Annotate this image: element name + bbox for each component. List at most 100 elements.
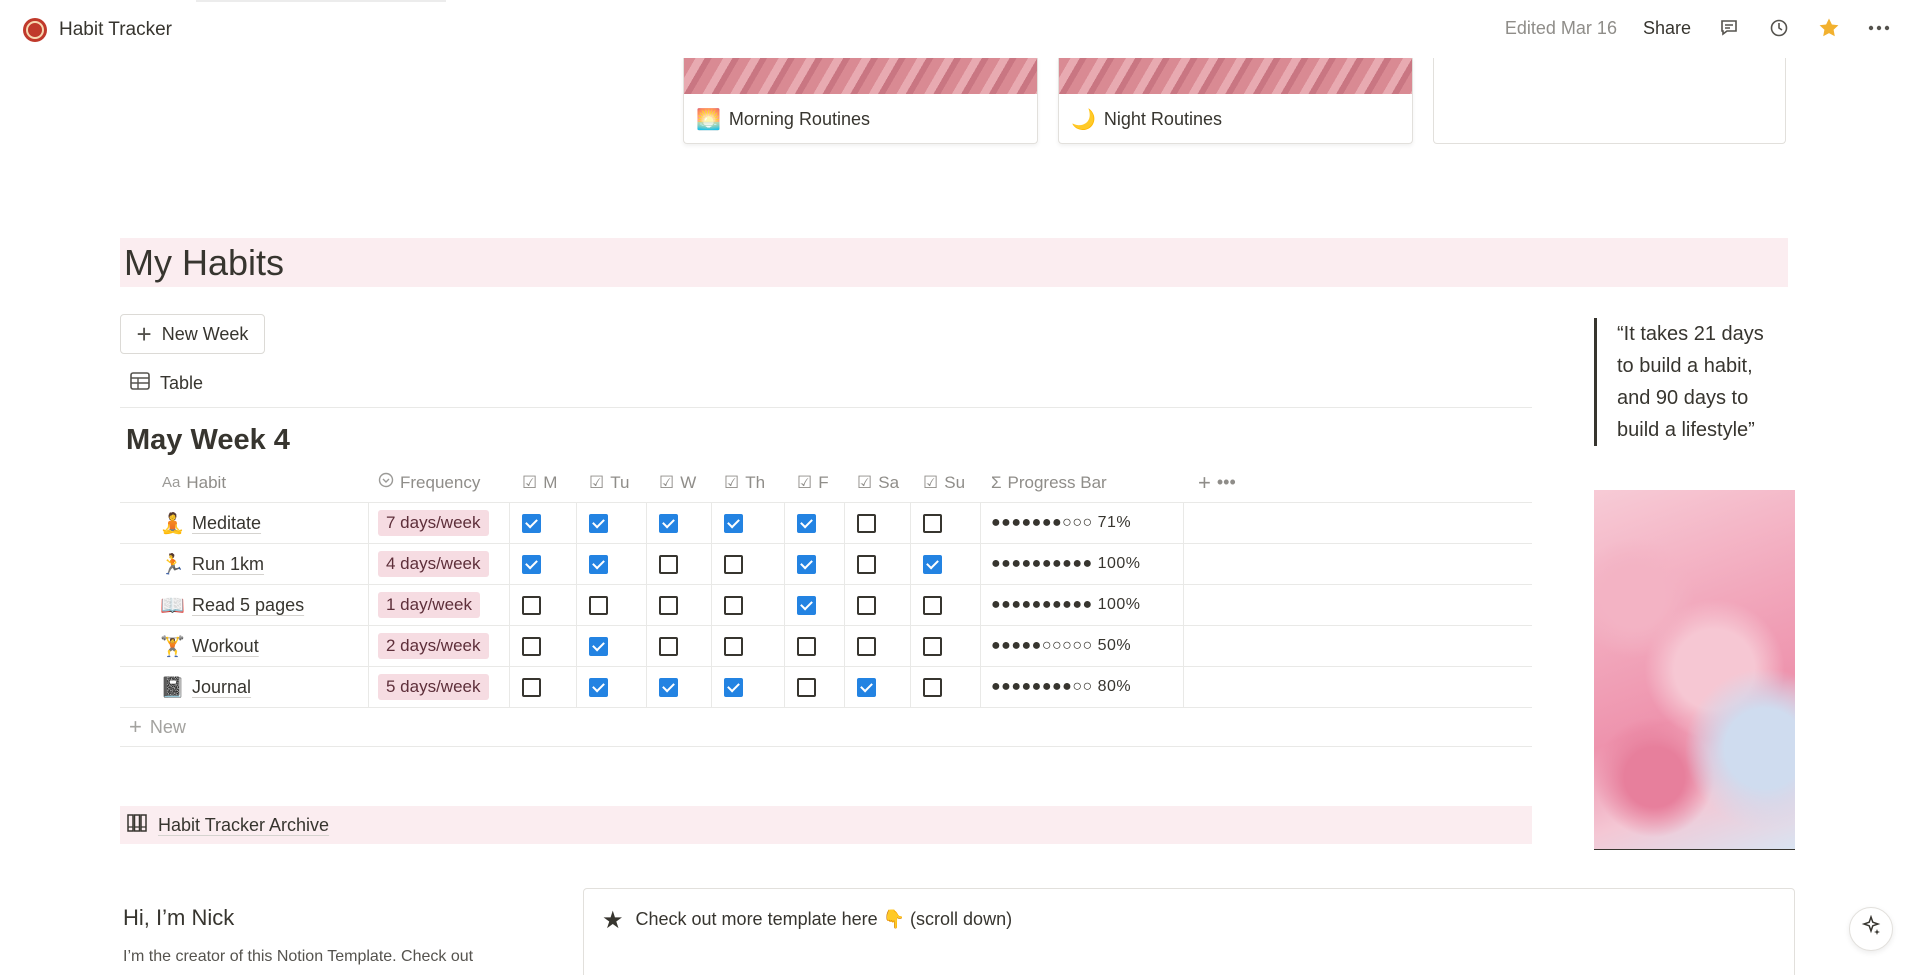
column-header-w[interactable]: ☑ W (647, 463, 712, 502)
day-cell-tu (577, 544, 647, 584)
day-cell-w (647, 667, 712, 707)
day-cell-m (510, 626, 577, 666)
column-header-progress[interactable]: Σ Progress Bar (981, 463, 1184, 502)
checkbox-th[interactable] (724, 636, 743, 656)
comments-icon[interactable] (1717, 16, 1741, 40)
add-property-icon[interactable]: + (1198, 470, 1211, 496)
checkbox-th[interactable] (724, 595, 743, 615)
edited-status[interactable]: Edited Mar 16 (1505, 18, 1617, 39)
progress-cell: ●●●●●●●●○○ 80% (981, 667, 1184, 707)
checkbox-w[interactable] (659, 513, 678, 533)
sunrise-icon: 🌅 (696, 109, 721, 131)
column-header-label: F (818, 472, 829, 492)
checkbox-tu[interactable] (589, 636, 608, 656)
checkbox-f[interactable] (797, 595, 816, 615)
more-options-icon[interactable] (1867, 16, 1891, 40)
habit-name[interactable]: Workout (192, 636, 259, 657)
day-cell-m (510, 667, 577, 707)
page-breadcrumb[interactable]: Habit Tracker (23, 18, 172, 42)
divider (120, 407, 1532, 408)
frequency-cell[interactable]: 1 day/week (369, 585, 510, 625)
frequency-cell[interactable]: 2 days/week (369, 626, 510, 666)
checkbox-tu[interactable] (589, 595, 608, 615)
gallery-card-empty[interactable] (1433, 58, 1786, 144)
about-text[interactable]: I’m the creator of this Notion Template.… (123, 944, 543, 970)
checkbox-m[interactable] (522, 554, 541, 574)
habit-name[interactable]: Run 1km (192, 554, 264, 575)
new-week-button[interactable]: + New Week (120, 314, 265, 354)
frequency-cell[interactable]: 7 days/week (369, 503, 510, 543)
favorite-star-icon[interactable] (1817, 16, 1841, 40)
table-row[interactable]: 📓 Journal 5 days/week ●●●●●●●●○○ 80% (120, 667, 1532, 708)
checkbox-sa[interactable] (857, 636, 876, 656)
habit-cell[interactable]: 🏋 Workout (120, 626, 369, 666)
callout-block[interactable]: ★ Check out more template here 👇 (scroll… (583, 888, 1795, 975)
checkbox-m[interactable] (522, 595, 541, 615)
gallery-card-morning[interactable]: 🌅 Morning Routines (683, 58, 1038, 144)
archive-link[interactable]: Habit Tracker Archive (120, 806, 1532, 844)
table-row[interactable]: 🏋 Workout 2 days/week ●●●●●○○○○○ 50% (120, 626, 1532, 667)
checkbox-w[interactable] (659, 636, 678, 656)
new-week-label: New Week (161, 323, 249, 344)
new-row-button[interactable]: + New (120, 708, 1532, 747)
day-cell-tu (577, 503, 647, 543)
column-header-frequency[interactable]: Frequency (369, 463, 510, 502)
checkbox-f[interactable] (797, 636, 816, 656)
checkbox-w[interactable] (659, 554, 678, 574)
checkbox-su[interactable] (923, 595, 942, 615)
column-header-m[interactable]: ☑ M (510, 463, 577, 502)
column-header-su[interactable]: ☑ Su (911, 463, 981, 502)
column-header-f[interactable]: ☑ F (785, 463, 845, 502)
day-cell-sa (845, 503, 911, 543)
more-options-icon[interactable]: ••• (1217, 472, 1236, 493)
habit-name[interactable]: Read 5 pages (192, 595, 304, 616)
checkbox-sa[interactable] (857, 554, 876, 574)
view-tab-table[interactable]: Table (130, 372, 203, 395)
habit-cell[interactable]: 📖 Read 5 pages (120, 585, 369, 625)
column-header-habit[interactable]: Aa Habit (120, 463, 369, 502)
table-row[interactable]: 📖 Read 5 pages 1 day/week ●●●●●●●●●● 100… (120, 585, 1532, 626)
checkbox-sa[interactable] (857, 595, 876, 615)
checkbox-tu[interactable] (589, 677, 608, 697)
gallery-card-night[interactable]: 🌙 Night Routines (1058, 58, 1413, 144)
column-header-th[interactable]: ☑ Th (712, 463, 785, 502)
checkbox-th[interactable] (724, 677, 743, 697)
checkbox-f[interactable] (797, 677, 816, 697)
checkbox-f[interactable] (797, 554, 816, 574)
checkbox-m[interactable] (522, 677, 541, 697)
checkbox-f[interactable] (797, 513, 816, 533)
day-cell-su (911, 503, 981, 543)
column-header-tu[interactable]: ☑ Tu (577, 463, 647, 502)
checkbox-su[interactable] (923, 636, 942, 656)
habit-cell[interactable]: 🧘 Meditate (120, 503, 369, 543)
checkbox-th[interactable] (724, 513, 743, 533)
checkbox-m[interactable] (522, 513, 541, 533)
quote-block[interactable]: “It takes 21 days to build a habit, and … (1594, 318, 1784, 446)
about-heading[interactable]: Hi, I’m Nick (123, 905, 234, 931)
checkbox-w[interactable] (659, 595, 678, 615)
habit-name[interactable]: Meditate (192, 513, 261, 534)
ai-assistant-button[interactable] (1849, 907, 1893, 951)
frequency-cell[interactable]: 5 days/week (369, 667, 510, 707)
week-title[interactable]: May Week 4 (126, 424, 290, 457)
checkbox-su[interactable] (923, 513, 942, 533)
checkbox-sa[interactable] (857, 513, 876, 533)
column-header-sa[interactable]: ☑ Sa (845, 463, 911, 502)
checkbox-su[interactable] (923, 677, 942, 697)
checkbox-th[interactable] (724, 554, 743, 574)
checkbox-w[interactable] (659, 677, 678, 697)
habit-cell[interactable]: 📓 Journal (120, 667, 369, 707)
history-icon[interactable] (1767, 16, 1791, 40)
checkbox-sa[interactable] (857, 677, 876, 697)
table-row[interactable]: 🏃 Run 1km 4 days/week ●●●●●●●●●● 100% (120, 544, 1532, 585)
column-header-label: Progress Bar (1007, 472, 1107, 492)
checkbox-m[interactable] (522, 636, 541, 656)
table-row[interactable]: 🧘 Meditate 7 days/week ●●●●●●●○○○ 71% (120, 503, 1532, 544)
frequency-cell[interactable]: 4 days/week (369, 544, 510, 584)
checkbox-su[interactable] (923, 554, 942, 574)
habit-name[interactable]: Journal (192, 677, 251, 698)
checkbox-tu[interactable] (589, 513, 608, 533)
checkbox-tu[interactable] (589, 554, 608, 574)
share-button[interactable]: Share (1643, 18, 1691, 39)
habit-cell[interactable]: 🏃 Run 1km (120, 544, 369, 584)
